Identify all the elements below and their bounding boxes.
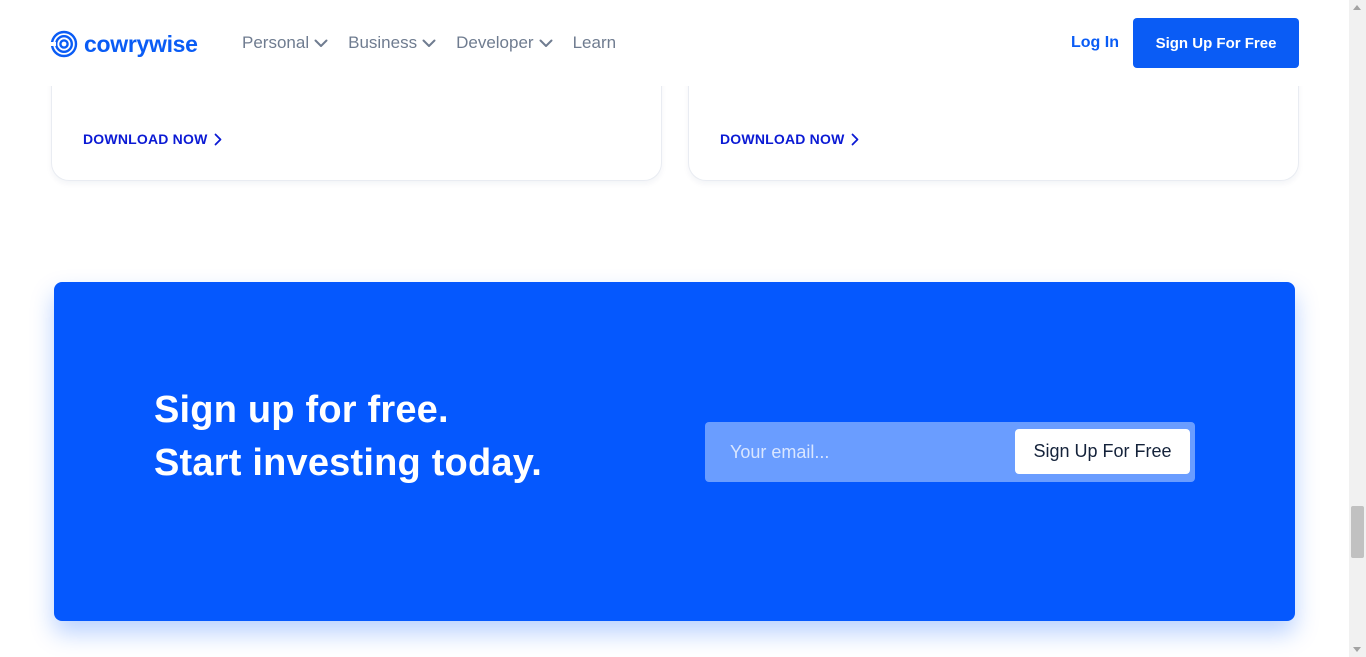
menu-item-developer[interactable]: Developer [456,33,553,53]
menu-item-learn[interactable]: Learn [573,33,616,53]
menu-item-label: Personal [242,33,310,52]
signup-cta-banner: Sign up for free. Start investing today.… [54,282,1295,621]
scrollbar-thumb[interactable] [1351,506,1364,558]
chevron-right-icon [851,133,858,145]
download-now-label: DOWNLOAD NOW [83,131,208,147]
menu-item-business[interactable]: Business [348,33,436,53]
signup-submit-button[interactable]: Sign Up For Free [1015,429,1190,474]
download-now-link[interactable]: DOWNLOAD NOW [83,131,222,147]
scroll-up-arrow-icon[interactable] [1353,5,1361,10]
log-in-link[interactable]: Log In [1071,34,1119,52]
download-now-link[interactable]: DOWNLOAD NOW [720,131,859,147]
chevron-down-icon [314,39,328,47]
menu-item-label: Business [348,33,418,52]
sign-up-button[interactable]: Sign Up For Free [1133,18,1299,68]
email-signup-form: Sign Up For Free [705,422,1195,482]
page-scrollbar[interactable] [1349,0,1366,657]
menu-item-personal[interactable]: Personal [242,33,328,53]
menu-item-label: Developer [456,33,534,52]
chevron-down-icon [422,39,436,47]
main-menu: Personal Business Developer Learn [242,33,616,53]
cta-headline-line1: Sign up for free. [154,389,449,431]
logo-link[interactable]: cowrywise [50,30,198,58]
top-navbar: cowrywise Personal Business Developer Le… [0,0,1349,86]
scroll-down-arrow-icon[interactable] [1353,647,1361,652]
cta-headline-line2: Start investing today. [154,442,542,484]
logo-wordmark: cowrywise [84,30,198,57]
chevron-down-icon [539,39,553,47]
cowrywise-swirl-icon [50,30,78,58]
chevron-right-icon [214,133,221,145]
menu-item-label: Learn [572,33,617,52]
download-now-label: DOWNLOAD NOW [720,131,845,147]
email-input[interactable] [705,422,1005,482]
